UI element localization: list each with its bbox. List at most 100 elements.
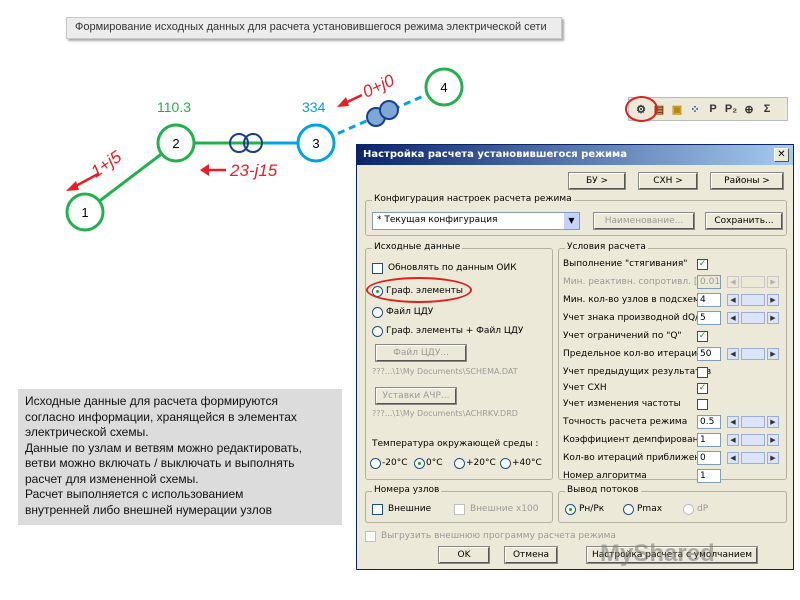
temp-plus20-label: +20°C [466, 458, 496, 468]
external-checkbox[interactable] [372, 504, 383, 515]
cond-label: Коэффициент демпфирования [563, 435, 710, 445]
config-group-title: Конфигурация настроек расчета режима [372, 194, 574, 204]
voltage-node-3: 334 [302, 99, 326, 115]
cond-field[interactable]: 4 [697, 293, 721, 307]
radio-flow-pk[interactable] [565, 504, 576, 515]
chevron-right-icon[interactable]: ▶ [767, 434, 779, 446]
p-icon[interactable]: P [705, 101, 721, 117]
load-arrow [200, 164, 226, 176]
cond-label: Учет изменения частоты [563, 399, 681, 409]
cond-slider[interactable] [741, 276, 765, 288]
bu-button[interactable]: БУ > [568, 172, 626, 190]
cond-label: Учет знака производной dQ/dU [563, 313, 711, 323]
cond-slider[interactable] [741, 294, 765, 306]
chevron-right-icon[interactable]: ▶ [767, 294, 779, 306]
radio-file-label: Файл ЦДУ [386, 307, 434, 317]
flow-pk-label: Рн/Рк [579, 504, 605, 514]
config-group: Конфигурация настроек расчета режима * Т… [365, 194, 787, 236]
cond-label: Учет предыдущих результатов [563, 367, 712, 377]
chevron-right-icon[interactable]: ▶ [767, 348, 779, 360]
p2-icon[interactable]: P₂ [723, 101, 739, 117]
cond-slider[interactable] [741, 434, 765, 446]
radio-flow-dp[interactable] [683, 504, 694, 515]
note-line: внутренней либо внешней нумерации узлов [25, 502, 272, 517]
radio-temp-0[interactable] [414, 458, 425, 469]
cond-slider[interactable] [741, 416, 765, 428]
highlight-ring [366, 277, 472, 303]
cond-checkbox[interactable] [697, 367, 708, 378]
node-label: 3 [312, 136, 319, 151]
chevron-right-icon[interactable]: ▶ [767, 452, 779, 464]
radio-temp-minus20[interactable] [370, 458, 381, 469]
chevron-down-icon[interactable]: ▼ [564, 213, 579, 229]
cond-field[interactable]: 5 [697, 311, 721, 325]
chevron-left-icon[interactable]: ◀ [727, 452, 739, 464]
radio-temp-plus20[interactable] [454, 458, 465, 469]
temp-0-label: 0°C [426, 458, 443, 468]
cond-checkbox[interactable]: ✓ [697, 259, 708, 270]
cond-field[interactable]: 1 [697, 433, 721, 447]
cond-label: Номер алгоритма [563, 471, 647, 481]
ok-button[interactable]: OK [438, 546, 490, 564]
radio-flow-pmax[interactable] [623, 504, 634, 515]
cond-label: Кол-во итераций приближения [563, 453, 712, 463]
save-button[interactable]: Сохранить... [705, 212, 783, 230]
chevron-left-icon[interactable]: ◀ [727, 294, 739, 306]
chevron-left-icon[interactable]: ◀ [727, 416, 739, 428]
edit-icon[interactable]: ▣ [669, 101, 685, 117]
cancel-button[interactable]: Отмена [504, 546, 558, 564]
radio-temp-plus40[interactable] [500, 458, 511, 469]
config-select-value: * Текущая конфигурация [377, 215, 498, 225]
unload-checkbox[interactable] [365, 531, 376, 542]
transformer-icon [366, 100, 399, 127]
chevron-right-icon[interactable]: ▶ [767, 276, 779, 288]
cond-checkbox[interactable] [697, 399, 708, 410]
zoom-icon[interactable]: ⊕ [741, 101, 757, 117]
note-line: Данные по узлам и ветвям можно редактиро… [25, 440, 303, 455]
chevron-right-icon[interactable]: ▶ [767, 416, 779, 428]
config-select[interactable]: * Текущая конфигурация ▼ [372, 212, 580, 230]
cond-slider[interactable] [741, 452, 765, 464]
sum-icon[interactable]: Σ [759, 101, 775, 117]
note-line: расчет для измененной схемы. [25, 471, 199, 486]
cond-field[interactable]: 0.01 [697, 275, 721, 289]
external100-checkbox[interactable] [454, 504, 465, 515]
radio-both[interactable] [372, 326, 383, 337]
cond-checkbox[interactable]: ✓ [697, 331, 708, 342]
cond-field[interactable]: 1 [697, 469, 721, 483]
close-button[interactable]: ✕ [774, 148, 789, 162]
cond-checkbox[interactable]: ✓ [697, 383, 708, 394]
temp-minus20-label: -20°C [382, 458, 408, 468]
settings-dialog: Настройка расчета установившегося режима… [356, 144, 794, 570]
dialog-title: Настройка расчета установившегося режима [363, 149, 627, 160]
update-oik-checkbox[interactable] [372, 263, 383, 274]
temp-label: Температура окружающей среды : [372, 439, 539, 449]
cond-slider[interactable] [741, 312, 765, 324]
node-label: 1 [81, 205, 88, 220]
skhn-button[interactable]: СХН > [638, 172, 698, 190]
chevron-left-icon[interactable]: ◀ [727, 434, 739, 446]
chevron-right-icon[interactable]: ▶ [767, 312, 779, 324]
dialog-title-bar: Настройка расчета установившегося режима… [357, 145, 793, 165]
note-line: Расчет выполняется с использованием [25, 487, 244, 501]
cond-field[interactable]: 0 [697, 451, 721, 465]
cond-slider[interactable] [741, 348, 765, 360]
cond-field[interactable]: 50 [697, 347, 721, 361]
cond-label: Мин. реактивн. сопротивл. [Ом] [563, 277, 715, 287]
chevron-left-icon[interactable]: ◀ [727, 348, 739, 360]
chevron-left-icon[interactable]: ◀ [727, 312, 739, 324]
raiony-button[interactable]: Районы > [710, 172, 784, 190]
cond-label: Точность расчета режима [563, 417, 688, 427]
watermark: MyShared [600, 540, 715, 567]
file-cdu-button[interactable]: Файл ЦДУ... [375, 344, 467, 362]
external100-label: Внешние х100 [470, 504, 539, 514]
note-line: электрической схемы. [25, 425, 149, 439]
radio-file[interactable] [372, 307, 383, 318]
achr-button[interactable]: Уставки АЧР... [375, 387, 457, 405]
unload-label: Выгрузить внешнюю программу расчета режи… [381, 531, 616, 541]
nodes-icon[interactable]: ⁘ [687, 101, 703, 117]
achr-path: ???...\1\My Documents\ACHRKV.DRD [372, 409, 518, 418]
naimenovanie-button[interactable]: Наименование... [593, 212, 695, 230]
cond-field[interactable]: 0.5 [697, 415, 721, 429]
chevron-left-icon[interactable]: ◀ [727, 276, 739, 288]
